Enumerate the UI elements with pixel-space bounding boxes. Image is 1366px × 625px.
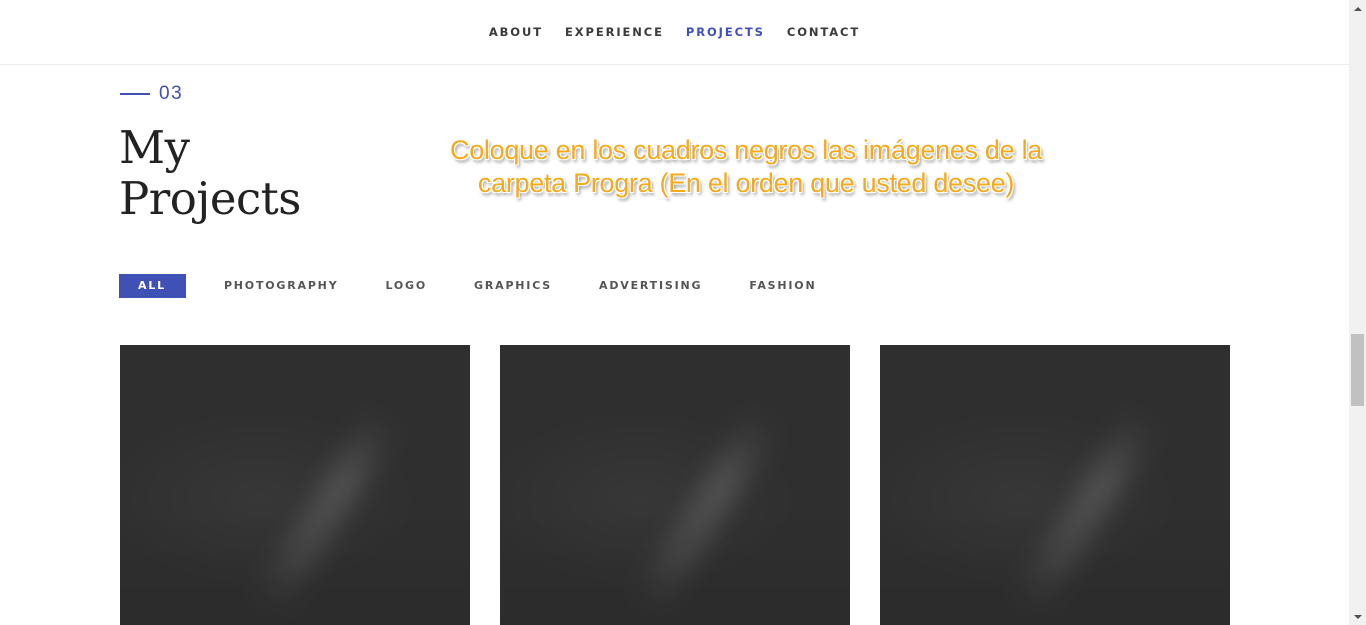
card-shade [500, 505, 850, 625]
card-shade [880, 505, 1230, 625]
nav-link-projects[interactable]: PROJECTS [686, 25, 765, 39]
section-title: My Projects [119, 122, 301, 224]
scroll-up-arrow-icon[interactable] [1349, 0, 1366, 17]
vertical-scrollbar[interactable] [1349, 0, 1366, 625]
section-title-line2: Projects [119, 172, 301, 225]
project-card[interactable] [500, 345, 850, 625]
scroll-down-arrow-icon[interactable] [1349, 608, 1366, 625]
section-number-line [120, 93, 150, 95]
filter-all[interactable]: ALL [119, 274, 186, 298]
instruction-overlay: Coloque en los cuadros negros las imágen… [430, 134, 1062, 200]
nav-link-experience[interactable]: EXPERIENCE [565, 25, 664, 39]
filter-logo[interactable]: LOGO [385, 274, 427, 298]
nav-link-contact[interactable]: CONTACT [787, 25, 860, 39]
filter-fashion[interactable]: FASHION [749, 274, 816, 298]
section-number-text: 03 [159, 83, 184, 104]
scrollbar-thumb[interactable] [1351, 334, 1364, 406]
section-number: 03 [120, 83, 183, 105]
project-card[interactable] [120, 345, 470, 625]
section-title-line1: My [119, 121, 190, 174]
card-shade [120, 505, 470, 625]
top-navigation: ABOUT EXPERIENCE PROJECTS CONTACT [0, 0, 1349, 65]
project-card[interactable] [880, 345, 1230, 625]
filter-advertising[interactable]: ADVERTISING [599, 274, 702, 298]
projects-grid [120, 345, 1230, 625]
nav-link-about[interactable]: ABOUT [489, 25, 543, 39]
instruction-line1: Coloque en los cuadros negros las imágen… [450, 135, 1042, 165]
instruction-line2: carpeta Progra (En el orden que usted de… [477, 168, 1015, 198]
page: ABOUT EXPERIENCE PROJECTS CONTACT 03 My … [0, 0, 1349, 625]
filter-photography[interactable]: PHOTOGRAPHY [224, 274, 339, 298]
project-filters: ALL PHOTOGRAPHY LOGO GRAPHICS ADVERTISIN… [119, 274, 863, 298]
filter-graphics[interactable]: GRAPHICS [474, 274, 552, 298]
